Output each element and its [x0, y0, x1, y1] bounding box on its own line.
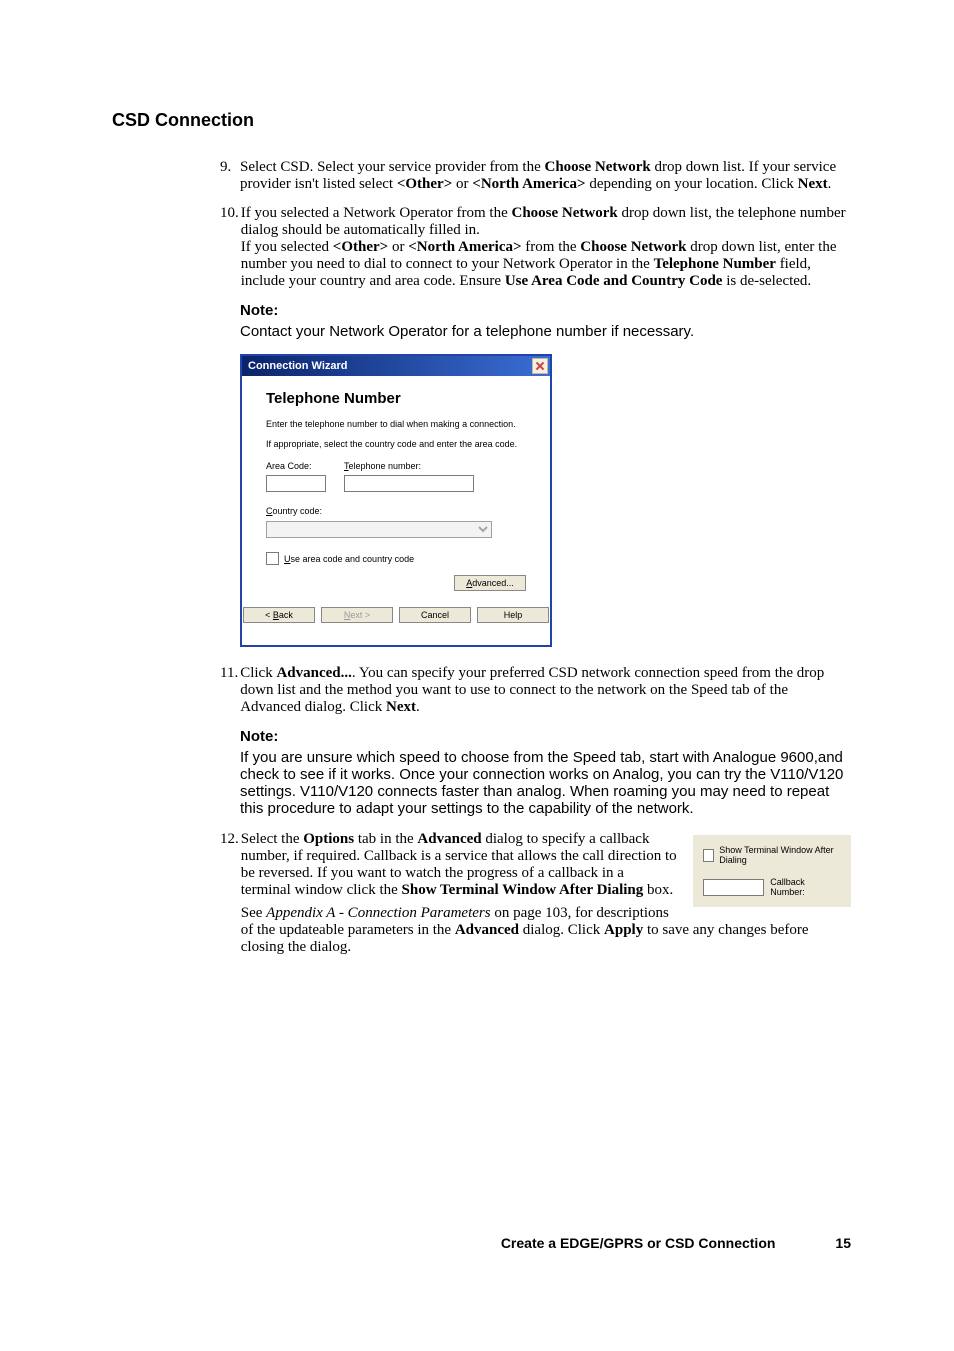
text: from the [522, 239, 581, 255]
wizard-title: Connection Wizard [248, 360, 348, 372]
wizard-line2: If appropriate, select the country code … [266, 439, 526, 449]
callback-number-label: Callback Number: [770, 877, 841, 897]
page-number: 15 [835, 1235, 851, 1251]
text: dialog. Click [519, 922, 604, 938]
note-text: Contact your Network Operator for a tele… [240, 323, 851, 340]
back-button[interactable]: < Back [243, 607, 315, 623]
page-footer: Create a EDGE/GPRS or CSD Connection 15 [0, 1235, 954, 1251]
area-code-input[interactable] [266, 475, 326, 492]
step-body: If you selected a Network Operator from … [241, 205, 851, 290]
next-button[interactable]: Next > [321, 607, 393, 623]
bold-text: Advanced [455, 922, 519, 938]
step-number: 12. [112, 831, 241, 956]
text: or [388, 239, 408, 255]
note-heading: Note: [240, 728, 851, 745]
text: box. [643, 882, 673, 898]
text: . [416, 699, 420, 715]
text: depending on your location. Click [586, 176, 798, 192]
text: Select CSD. Select your service provider… [240, 159, 545, 175]
show-terminal-label: Show Terminal Window After Dialing [719, 845, 841, 865]
options-snippet: Show Terminal Window After Dialing Callb… [693, 835, 851, 907]
step-12: 12. Show Terminal Window After Dialing C… [112, 831, 851, 956]
country-code-label: Country code: [266, 506, 322, 516]
wizard-heading: Telephone Number [266, 390, 526, 407]
callback-number-input[interactable] [703, 879, 764, 896]
show-terminal-checkbox[interactable] [703, 849, 714, 862]
telephone-number-label: Telephone number: [344, 461, 474, 471]
note-heading: Note: [240, 302, 851, 319]
use-area-code-checkbox[interactable] [266, 552, 279, 565]
step-body: Click Advanced.... You can specify your … [240, 665, 851, 716]
bold-text: Advanced [417, 831, 481, 847]
bold-text: Next [386, 699, 416, 715]
text: If you selected a Network Operator from … [241, 205, 512, 221]
step-11: 11. Click Advanced.... You can specify y… [112, 665, 851, 716]
area-code-label: Area Code: [266, 461, 326, 471]
bold-text: <North America> [472, 176, 585, 192]
bold-text: <Other> [333, 239, 388, 255]
telephone-number-input[interactable] [344, 475, 474, 492]
step-body: Select CSD. Select your service provider… [240, 159, 851, 193]
bold-text: Choose Network [580, 239, 686, 255]
italic-text: Appendix A - Connection Parameters [266, 905, 490, 921]
bold-text: Use Area Code and Country Code [505, 273, 723, 289]
text: is de-selected. [722, 273, 811, 289]
use-area-code-label: Use area code and country code [284, 554, 414, 564]
text: Click [240, 665, 276, 681]
text: . [828, 176, 832, 192]
text: If you selected [241, 239, 333, 255]
section-heading: CSD Connection [112, 110, 851, 131]
bold-text: Options [303, 831, 354, 847]
close-icon[interactable] [532, 358, 548, 374]
advanced-button[interactable]: Advanced... [454, 575, 526, 591]
footer-title: Create a EDGE/GPRS or CSD Connection [501, 1235, 776, 1251]
text: Select the [241, 831, 303, 847]
country-code-select[interactable] [266, 521, 492, 538]
wizard-titlebar: Connection Wizard [242, 356, 550, 376]
bold-text: Next [798, 176, 828, 192]
note-text: If you are unsure which speed to choose … [240, 749, 851, 817]
step-number: 11. [112, 665, 240, 716]
text: or [452, 176, 472, 192]
bold-text: Choose Network [511, 205, 617, 221]
text: See [241, 905, 266, 921]
step-number: 9. [112, 159, 240, 193]
step-10: 10. If you selected a Network Operator f… [112, 205, 851, 290]
bold-text: Advanced... [276, 665, 351, 681]
step-number: 10. [112, 205, 241, 290]
bold-text: Telephone Number [654, 256, 776, 272]
step-body: Show Terminal Window After Dialing Callb… [241, 831, 851, 956]
bold-text: <Other> [397, 176, 452, 192]
bold-text: Choose Network [545, 159, 651, 175]
cancel-button[interactable]: Cancel [399, 607, 471, 623]
connection-wizard-window: Connection Wizard Telephone Number Enter… [240, 354, 552, 647]
bold-text: <North America> [408, 239, 521, 255]
text: tab in the [354, 831, 417, 847]
help-button[interactable]: Help [477, 607, 549, 623]
step-9: 9. Select CSD. Select your service provi… [112, 159, 851, 193]
wizard-line1: Enter the telephone number to dial when … [266, 419, 526, 429]
bold-text: Show Terminal Window After Dialing [402, 882, 644, 898]
bold-text: Apply [604, 922, 643, 938]
